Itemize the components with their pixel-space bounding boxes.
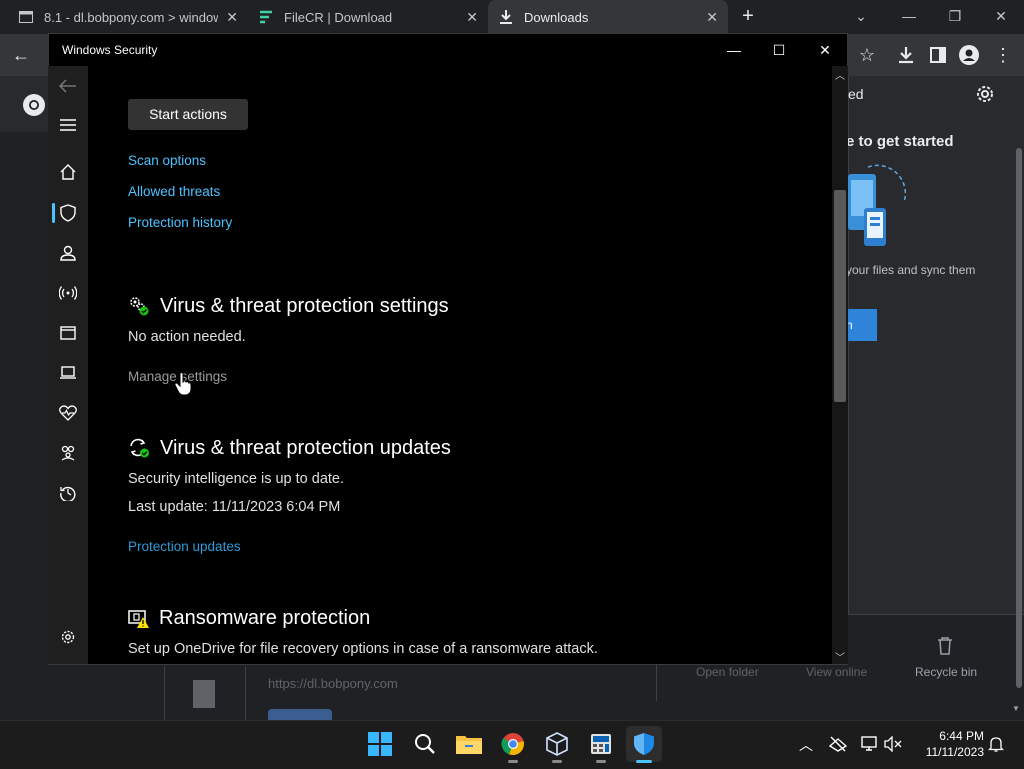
device-security-laptop-icon[interactable] bbox=[56, 361, 80, 385]
chrome-logo-icon bbox=[22, 93, 46, 122]
running-indicator bbox=[552, 760, 562, 763]
download-icon[interactable] bbox=[895, 44, 917, 66]
protection-updates-link[interactable]: Protection updates bbox=[128, 539, 241, 554]
history-clock-icon[interactable] bbox=[56, 481, 80, 505]
running-indicator bbox=[508, 760, 518, 763]
allowed-threats-link[interactable]: Allowed threats bbox=[128, 184, 220, 199]
menu-dots-icon[interactable]: ⋮ bbox=[992, 44, 1014, 66]
filecr-icon bbox=[258, 9, 274, 25]
side-panel-icon[interactable] bbox=[927, 44, 949, 66]
star-icon[interactable]: ☆ bbox=[856, 44, 878, 66]
settings-status: No action needed. bbox=[128, 329, 246, 345]
ransomware-warning-icon bbox=[128, 609, 150, 634]
browser-scrollbar-thumb[interactable] bbox=[1016, 148, 1022, 688]
running-indicator bbox=[596, 760, 606, 763]
settings-heading: Virus & threat protection settings bbox=[160, 295, 449, 317]
volume-muted-icon[interactable] bbox=[884, 735, 902, 757]
downloads-side-panel bbox=[848, 76, 1024, 614]
tab-label: FileCR | Download bbox=[284, 9, 393, 25]
hand-cursor-icon bbox=[174, 371, 192, 401]
tab-bobpony[interactable]: 8.1 - dl.bobpony.com > window ✕ bbox=[8, 0, 248, 34]
settings-gears-check-icon bbox=[128, 296, 150, 321]
update-sync-check-icon bbox=[128, 438, 150, 463]
network-monitor-icon[interactable] bbox=[861, 736, 879, 757]
back-arrow-icon[interactable] bbox=[56, 74, 80, 98]
ransomware-heading: Ransomware protection bbox=[159, 607, 371, 629]
windows-security-shield-icon[interactable] bbox=[626, 726, 662, 762]
firewall-network-icon[interactable] bbox=[56, 281, 80, 305]
family-options-icon[interactable] bbox=[56, 441, 80, 465]
close-window-icon[interactable]: ✕ bbox=[978, 4, 1024, 28]
download-icon bbox=[498, 9, 514, 25]
download-action-button[interactable] bbox=[268, 709, 332, 720]
new-tab-button[interactable]: + bbox=[738, 6, 758, 26]
active-indicator bbox=[636, 760, 652, 763]
tab-filecr[interactable]: FileCR | Download ✕ bbox=[248, 0, 488, 34]
profile-icon[interactable] bbox=[958, 44, 980, 66]
vpn-off-icon[interactable] bbox=[828, 736, 848, 757]
protection-history-link[interactable]: Protection history bbox=[128, 215, 232, 230]
window-title: Windows Security bbox=[62, 43, 158, 57]
download-url[interactable]: https://dl.bobpony.com bbox=[268, 676, 398, 691]
clock-time[interactable]: 6:44 PM bbox=[920, 729, 984, 743]
notification-bell-icon[interactable] bbox=[987, 736, 1005, 757]
start-actions-button[interactable]: Start actions bbox=[128, 99, 248, 130]
shield-icon[interactable] bbox=[56, 201, 80, 225]
clock-date[interactable]: 11/11/2023 bbox=[920, 745, 984, 759]
app-browser-control-icon[interactable] bbox=[56, 321, 80, 345]
recycle-bin-icon bbox=[936, 636, 954, 661]
close-icon[interactable]: ✕ bbox=[226, 9, 238, 26]
selected-indicator bbox=[52, 203, 55, 223]
account-person-icon[interactable] bbox=[56, 241, 80, 265]
search-icon[interactable] bbox=[407, 726, 443, 762]
device-health-heart-icon[interactable] bbox=[56, 401, 80, 425]
close-icon[interactable]: ✕ bbox=[466, 9, 478, 26]
gear-icon[interactable] bbox=[974, 83, 996, 110]
sync-text-fragment: your files and sync them bbox=[846, 263, 976, 277]
scroll-up-arrow-icon[interactable]: ︿ bbox=[835, 67, 845, 82]
open-folder-button[interactable]: Open folder bbox=[696, 665, 759, 679]
gear-icon[interactable] bbox=[56, 625, 80, 649]
scroll-down-arrow-icon[interactable]: ﹀ bbox=[835, 649, 845, 664]
file-icon bbox=[193, 680, 215, 708]
security-scrollbar-thumb[interactable] bbox=[834, 190, 846, 402]
scroll-down-arrow-icon[interactable]: ▼ bbox=[1012, 704, 1020, 713]
page-icon bbox=[18, 9, 34, 25]
tab-label: Downloads bbox=[524, 9, 589, 25]
last-update-text: Last update: 11/11/2023 6:04 PM bbox=[128, 499, 341, 515]
minimize-icon[interactable]: — bbox=[722, 40, 746, 60]
onedrive-illustration-icon bbox=[848, 162, 910, 257]
close-icon[interactable]: ✕ bbox=[706, 9, 718, 26]
tab-label: 8.1 - dl.bobpony.com > window bbox=[44, 9, 219, 25]
panel-title-fragment: ed bbox=[848, 86, 864, 102]
view-online-button[interactable]: View online bbox=[806, 665, 867, 679]
chevron-up-icon[interactable]: ︿ bbox=[799, 735, 813, 755]
hamburger-menu-icon[interactable] bbox=[56, 113, 80, 137]
updates-heading: Virus & threat protection updates bbox=[160, 437, 451, 459]
scan-options-link[interactable]: Scan options bbox=[128, 153, 206, 168]
minimize-icon[interactable]: — bbox=[886, 4, 932, 28]
home-icon[interactable] bbox=[56, 160, 80, 184]
file-explorer-icon[interactable] bbox=[451, 726, 487, 762]
virtualbox-cube-icon[interactable] bbox=[539, 726, 575, 762]
chrome-icon[interactable] bbox=[495, 726, 531, 762]
updates-status: Security intelligence is up to date. bbox=[128, 471, 345, 487]
restore-icon[interactable]: ❐ bbox=[932, 4, 978, 28]
recycle-bin-button[interactable]: Recycle bin bbox=[915, 665, 977, 679]
chevron-down-icon[interactable]: ⌄ bbox=[838, 4, 884, 28]
maximize-icon[interactable]: ☐ bbox=[767, 40, 791, 60]
sign-in-button-fragment[interactable]: n bbox=[846, 309, 877, 341]
get-started-fragment: e to get started bbox=[846, 133, 954, 150]
start-windows-icon[interactable] bbox=[362, 726, 398, 762]
ransomware-description: Set up OneDrive for file recovery option… bbox=[128, 641, 598, 657]
tab-downloads[interactable]: Downloads ✕ bbox=[488, 0, 728, 34]
close-icon[interactable]: ✕ bbox=[813, 40, 837, 60]
calculator-app-icon[interactable] bbox=[583, 726, 619, 762]
back-arrow-icon[interactable]: ← bbox=[10, 44, 32, 66]
